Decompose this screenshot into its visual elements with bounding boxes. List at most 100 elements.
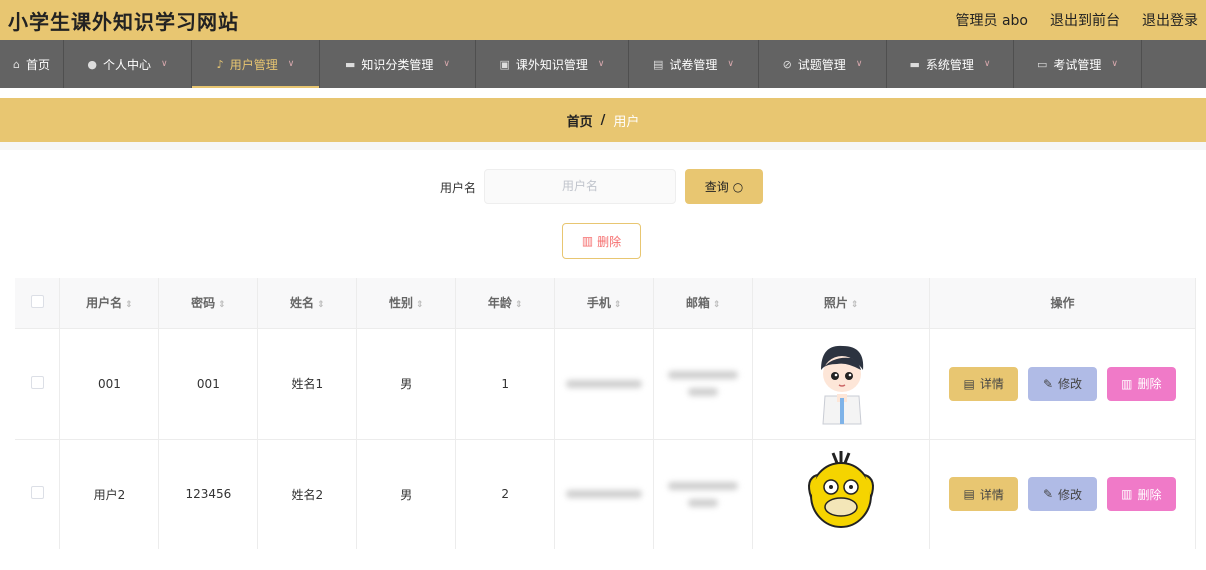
user-table: 用户名 ⇕ 密码 ⇕ 姓名 ⇕ 性别 ⇕ 年龄 ⇕ 手机 ⇕ 邮箱 ⇕ 照片 ⇕ 操作 001 …: [15, 278, 1196, 549]
breadcrumb-separator: /: [600, 112, 606, 128]
sort-icon: ⇕: [317, 300, 325, 311]
nav-item-system[interactable]: ▬ 系统管理 ∨: [887, 40, 1014, 88]
chevron-down-icon: ∨: [161, 59, 168, 69]
boy-cartoon-photo: [797, 338, 886, 426]
cell-age: 2: [455, 439, 556, 549]
main-nav: ⌂ 首页 ● 个人中心 ∨ ♪ 用户管理 ∨ ▬ 知识分类管理 ∨ ▣ 课外知识…: [0, 40, 1206, 88]
detail-button[interactable]: ▤ 详情: [949, 477, 1019, 512]
delete-button[interactable]: ▥ 删除: [1106, 366, 1176, 401]
search-icon: ○: [732, 179, 744, 194]
nav-label: 考试管理: [1053, 57, 1102, 72]
row-checkbox[interactable]: [30, 486, 44, 500]
list-icon: ▤: [652, 57, 664, 71]
col-username[interactable]: 用户名 ⇕: [59, 278, 160, 328]
search-button[interactable]: 查询 ○: [685, 169, 763, 204]
cell-password: 123456: [158, 439, 259, 549]
row-select-cell: [15, 439, 61, 549]
logout-link[interactable]: 退出登录: [1142, 10, 1198, 30]
yellow-duck-photo: [797, 448, 886, 537]
trash-icon: ▥: [581, 234, 594, 248]
cell-name: 姓名2: [257, 439, 358, 549]
pencil-icon: ✎: [1042, 376, 1054, 391]
cell-email: [653, 439, 754, 549]
nav-item-papers[interactable]: ▤ 试卷管理 ∨: [629, 40, 759, 88]
col-actions: 操作: [929, 278, 1196, 328]
chevron-down-icon: ∨: [727, 59, 734, 69]
col-phone[interactable]: 手机 ⇕: [554, 278, 655, 328]
blurred-email: [668, 371, 739, 379]
blurred-phone: [566, 490, 643, 499]
table-header: 用户名 ⇕ 密码 ⇕ 姓名 ⇕ 性别 ⇕ 年龄 ⇕ 手机 ⇕ 邮箱 ⇕ 照片 ⇕ 操作: [15, 278, 1196, 328]
cell-gender: 男: [356, 328, 457, 439]
cell-phone: [554, 439, 655, 549]
select-all-cell: [15, 278, 61, 328]
cell-email: [653, 328, 754, 439]
blurred-email: [668, 481, 739, 490]
edit-button[interactable]: ✎ 修改: [1028, 366, 1098, 401]
cell-actions: ▤ 详情 ✎ 修改 ▥ 删除: [929, 439, 1196, 549]
table-row: 用户2 123456 姓名2 男 2 ▤ 详情 ✎ 修改 ▥ 删除: [15, 439, 1196, 549]
cell-photo: [752, 439, 931, 549]
nav-label: 课外知识管理: [515, 57, 588, 72]
col-age[interactable]: 年龄 ⇕: [455, 278, 556, 328]
bulk-delete-button[interactable]: ▥ 删除: [562, 223, 641, 259]
chevron-down-icon: ∨: [443, 59, 450, 69]
blurred-email: [688, 388, 719, 396]
search-input[interactable]: 用户名: [484, 169, 676, 204]
sort-icon: ⇕: [416, 300, 424, 311]
search-button-label: 查询: [704, 180, 729, 194]
breadcrumb-home[interactable]: 首页: [567, 111, 593, 130]
nav-item-profile[interactable]: ● 个人中心 ∨: [64, 40, 192, 88]
mic-icon: ♪: [216, 57, 224, 71]
blurred-phone: [566, 379, 643, 388]
col-gender[interactable]: 性别 ⇕: [356, 278, 457, 328]
cell-phone: [554, 328, 655, 439]
breadcrumb-current: 用户: [613, 114, 640, 130]
blurred-email: [688, 498, 719, 507]
message-icon: ▭: [1036, 57, 1048, 71]
nav-label: 首页: [25, 57, 50, 72]
nav-item-questions[interactable]: ⊘ 试题管理 ∨: [759, 40, 887, 88]
document-icon: ▤: [963, 487, 975, 502]
chevron-down-icon: ∨: [597, 59, 605, 69]
col-photo[interactable]: 照片 ⇕: [752, 278, 931, 328]
detail-button[interactable]: ▤ 详情: [949, 366, 1019, 401]
cell-password: 001: [158, 328, 259, 439]
chevron-down-icon: ∨: [983, 59, 991, 69]
nav-label: 试卷管理: [669, 57, 718, 72]
pencil-icon: ✎: [1042, 487, 1054, 502]
top-header: 小学生课外知识学习网站 管理员 abo 退出到前台 退出登录: [0, 0, 1206, 40]
cell-photo: [752, 328, 931, 439]
sort-icon: ⇕: [514, 300, 523, 311]
divider: [0, 142, 1206, 150]
col-email[interactable]: 邮箱 ⇕: [653, 278, 754, 328]
nav-label: 试题管理: [797, 57, 846, 72]
trash-icon: ▥: [1121, 487, 1133, 502]
nav-item-home[interactable]: ⌂ 首页: [0, 40, 64, 88]
col-password[interactable]: 密码 ⇕: [158, 278, 259, 328]
briefcase-icon: ▬: [909, 57, 920, 71]
edit-button[interactable]: ✎ 修改: [1028, 477, 1098, 512]
bell-off-icon: ⊘: [782, 57, 792, 71]
sort-icon: ⇕: [125, 300, 133, 311]
row-checkbox[interactable]: [30, 375, 44, 389]
nav-item-knowledge-category[interactable]: ▬ 知识分类管理 ∨: [320, 40, 476, 88]
breadcrumb: 首页 / 用户: [0, 98, 1206, 142]
cell-age: 1: [455, 328, 556, 439]
nav-item-knowledge[interactable]: ▣ 课外知识管理 ∨: [476, 40, 629, 88]
nav-label: 个人中心: [103, 57, 152, 72]
chevron-down-icon: ∨: [855, 59, 863, 69]
delete-button[interactable]: ▥ 删除: [1106, 477, 1176, 512]
chevron-down-icon: ∨: [287, 59, 295, 69]
back-to-front-link[interactable]: 退出到前台: [1050, 10, 1120, 30]
nav-item-exams[interactable]: ▭ 考试管理 ∨: [1014, 40, 1142, 88]
admin-label: 管理员 abo: [955, 13, 1028, 29]
nav-item-users[interactable]: ♪ 用户管理 ∨: [192, 40, 320, 88]
cell-gender: 男: [356, 439, 457, 549]
col-name[interactable]: 姓名 ⇕: [257, 278, 358, 328]
cell-name: 姓名1: [257, 328, 358, 439]
select-all-checkbox[interactable]: [30, 294, 44, 308]
sort-icon: ⇕: [218, 300, 226, 311]
sort-icon: ⇕: [850, 300, 859, 311]
nav-label: 系统管理: [925, 57, 974, 72]
